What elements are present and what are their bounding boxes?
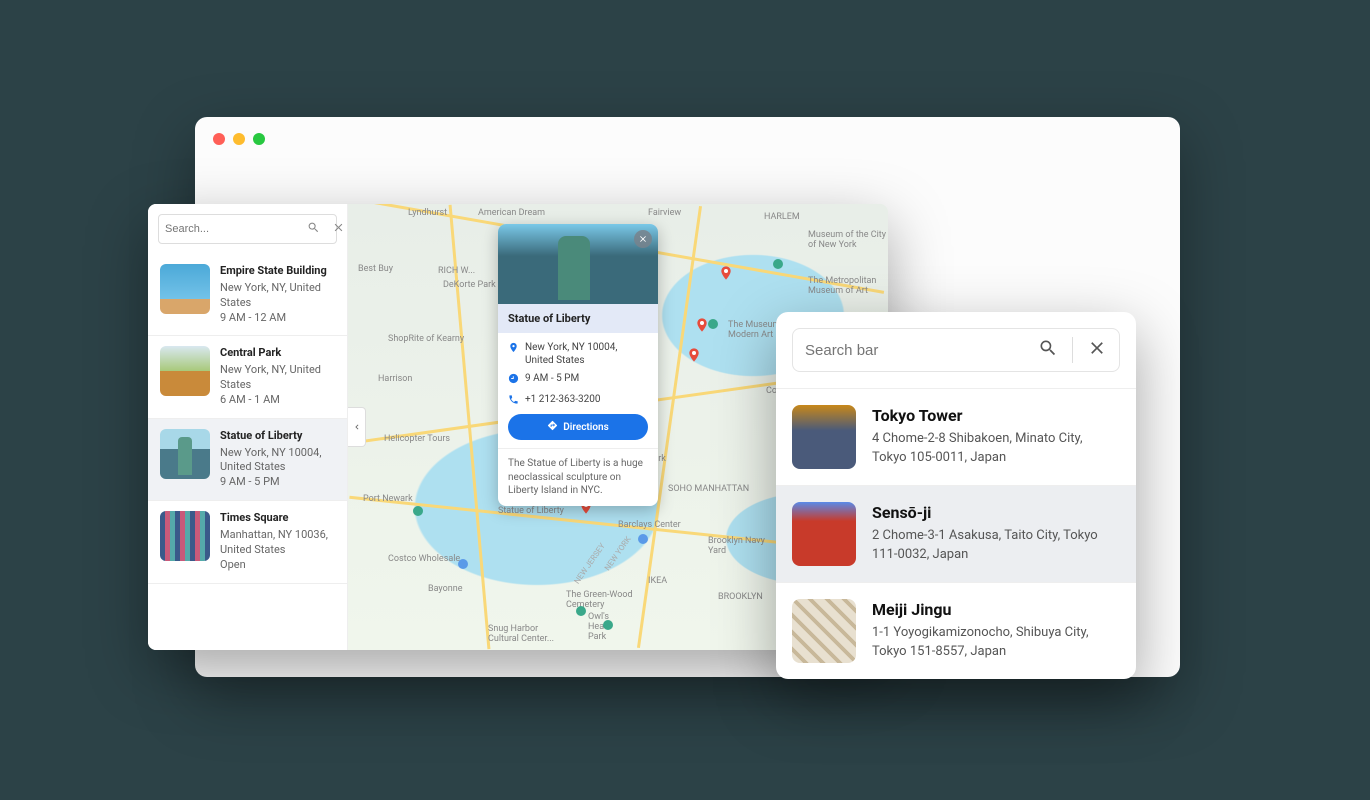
right-search-input[interactable] [805, 342, 1038, 359]
map-label: IKEA [648, 576, 667, 586]
list-item-meiji-jingu[interactable]: Meiji Jingu 1-1 Yoyogikamizonocho, Shibu… [776, 582, 1136, 679]
map-label: Museum of the City of New York [808, 230, 888, 250]
list-item-times-square[interactable]: Times Square Manhattan, NY 10036, United… [148, 501, 347, 583]
map-pin-icon[interactable] [718, 262, 734, 284]
list-item-statue-of-liberty[interactable]: Statue of Liberty New York, NY 10004, Un… [148, 419, 347, 501]
map-label: Costco Wholesale [388, 554, 460, 564]
list-item-address: New York, NY 10004, United States [220, 446, 335, 476]
poi-marker-icon [638, 534, 648, 544]
place-popup: Statue of Liberty New York, NY 10004, Un… [498, 224, 658, 506]
window-minimize-button[interactable] [233, 133, 245, 145]
clock-icon [508, 372, 519, 388]
thumbnail [160, 346, 210, 396]
map-label: RICH W... [438, 266, 475, 276]
map-label: SOHO MANHATTAN [668, 484, 749, 494]
popup-title: Statue of Liberty [498, 304, 658, 333]
map-label: Harrison [378, 374, 412, 384]
sidebar-collapse-button[interactable] [348, 407, 366, 447]
thumbnail [792, 405, 856, 469]
map-label: HARLEM [764, 212, 800, 222]
list-item-hours: 6 AM - 1 AM [220, 393, 335, 408]
divider [1072, 337, 1073, 363]
list-item-central-park[interactable]: Central Park New York, NY, United States… [148, 336, 347, 418]
popup-phone-row: +1 212-363-3200 [508, 393, 648, 409]
search-icon[interactable] [307, 221, 320, 237]
map-label: Snug Harbor Cultural Center... [488, 624, 568, 644]
list-item-address: 2 Chome-3-1 Asakusa, Taito City, Tokyo 1… [872, 527, 1120, 563]
poi-marker-icon [413, 506, 423, 516]
phone-icon [508, 393, 519, 409]
poi-marker-icon [576, 606, 586, 616]
list-item-hours: Open [220, 558, 335, 573]
sidebar-search-input[interactable] [165, 223, 307, 235]
sidebar: Empire State Building New York, NY, Unit… [148, 204, 348, 650]
list-item-address: Manhattan, NY 10036, United States [220, 528, 335, 558]
poi-marker-icon [603, 620, 613, 630]
thumbnail [792, 599, 856, 663]
list-item-title: Sensō-ji [872, 502, 1120, 524]
popup-description: The Statue of Liberty is a huge neoclass… [498, 448, 658, 506]
map-label: ShopRite of Kearny [388, 334, 464, 344]
close-icon[interactable] [1087, 338, 1107, 362]
window-maximize-button[interactable] [253, 133, 265, 145]
map-label: Bayonne [428, 584, 462, 594]
popup-hours: 9 AM - 5 PM [525, 372, 579, 388]
directions-label: Directions [563, 422, 609, 433]
list-item-title: Central Park [220, 346, 335, 361]
search-icon[interactable] [1038, 338, 1058, 362]
directions-button[interactable]: Directions [508, 414, 648, 440]
popup-hours-row: 9 AM - 5 PM [508, 372, 648, 388]
map-label: Helicopter Tours [384, 434, 450, 444]
map-label: DeKorte Park [443, 280, 496, 290]
list-item-hours: 9 AM - 5 PM [220, 475, 335, 490]
thumbnail [160, 429, 210, 479]
map-pin-icon[interactable] [686, 344, 702, 366]
map-label: BROOKLYN [718, 592, 763, 602]
map-label: Lyndhurst [408, 208, 447, 218]
map-label: Port Newark [363, 494, 413, 504]
popup-hero-image [498, 224, 658, 304]
location-pin-icon [508, 341, 519, 367]
list-item-title: Times Square [220, 511, 335, 526]
list-item-address: 4 Chome-2-8 Shibakoen, Minato City, Toky… [872, 430, 1120, 466]
close-icon[interactable] [332, 221, 345, 237]
popup-phone: +1 212-363-3200 [525, 393, 601, 409]
list-item-senso-ji[interactable]: Sensō-ji 2 Chome-3-1 Asakusa, Taito City… [776, 485, 1136, 582]
thumbnail [160, 264, 210, 314]
list-item-title: Statue of Liberty [220, 429, 335, 444]
list-item-address: New York, NY, United States [220, 281, 335, 311]
list-item-title: Tokyo Tower [872, 405, 1120, 427]
map-label: Statue of Liberty [498, 506, 564, 516]
sidebar-search[interactable] [158, 214, 337, 244]
directions-icon [547, 420, 558, 434]
window-close-button[interactable] [213, 133, 225, 145]
popup-address-row: New York, NY 10004, United States [508, 341, 648, 367]
right-search-panel: Tokyo Tower 4 Chome-2-8 Shibakoen, Minat… [776, 312, 1136, 679]
list-item-address: New York, NY, United States [220, 363, 335, 393]
window-titlebar [195, 117, 1180, 161]
right-search-bar[interactable] [792, 328, 1120, 372]
thumbnail [792, 502, 856, 566]
list-item-address: 1-1 Yoyogikamizonocho, Shibuya City, Tok… [872, 624, 1120, 660]
map-label: Fairview [648, 208, 681, 218]
popup-address: New York, NY 10004, United States [525, 341, 648, 367]
list-item-title: Empire State Building [220, 264, 335, 279]
poi-marker-icon [708, 319, 718, 329]
map-label: Best Buy [358, 264, 393, 274]
list-item-empire-state[interactable]: Empire State Building New York, NY, Unit… [148, 254, 347, 336]
thumbnail [160, 511, 210, 561]
popup-close-button[interactable] [634, 230, 652, 248]
poi-marker-icon [773, 259, 783, 269]
map-label: Barclays Center [618, 520, 681, 530]
map-label: The Metropolitan Museum of Art [808, 276, 888, 296]
list-item-tokyo-tower[interactable]: Tokyo Tower 4 Chome-2-8 Shibakoen, Minat… [776, 388, 1136, 485]
list-item-title: Meiji Jingu [872, 599, 1120, 621]
map-label: Brooklyn Navy Yard [708, 536, 778, 556]
list-item-hours: 9 AM - 12 AM [220, 311, 335, 326]
map-label: American Dream [478, 208, 545, 218]
poi-marker-icon [458, 559, 468, 569]
